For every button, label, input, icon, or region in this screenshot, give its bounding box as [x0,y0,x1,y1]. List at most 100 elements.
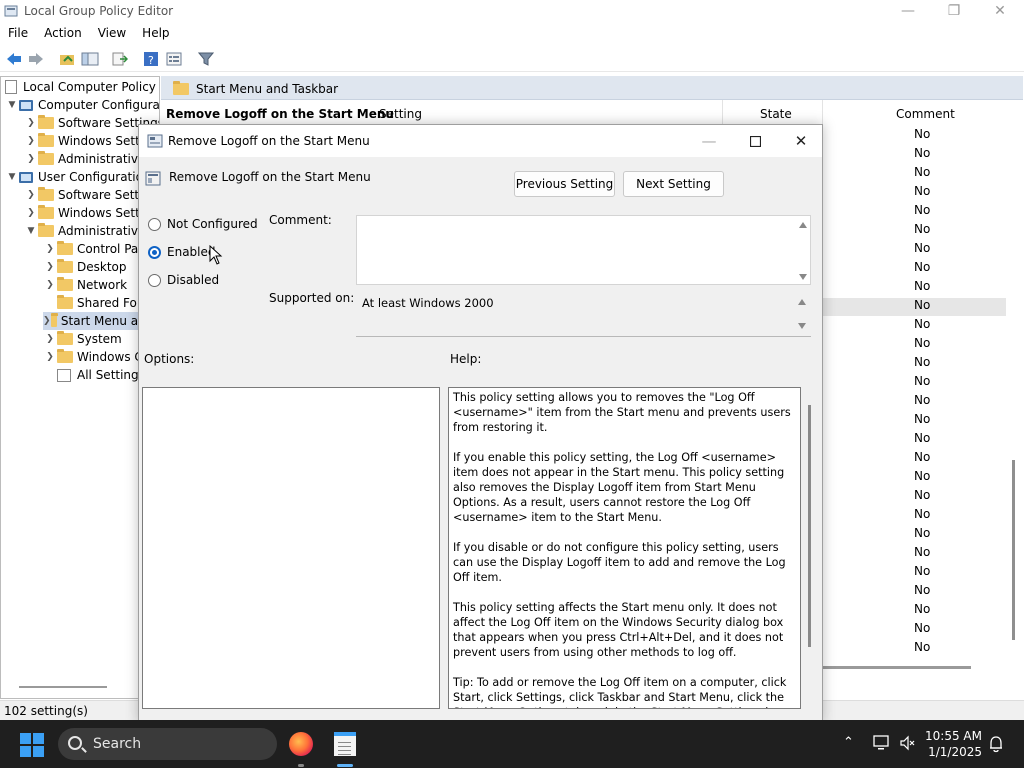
menu-view[interactable]: View [90,22,134,44]
comment-cell: No [914,602,931,616]
chevron-right-icon[interactable]: ❯ [43,352,57,362]
comment-cell: No [914,507,931,521]
comment-cell: No [914,298,931,312]
comment-cell: No [914,165,931,179]
chevron-right-icon[interactable]: ❯ [24,208,38,218]
comment-cell: No [914,469,931,483]
supported-on-field: At least Windows 2000 [356,291,811,337]
folder-icon [38,187,54,201]
scroll-up-icon[interactable] [798,299,806,305]
comment-cell: No [914,184,931,198]
system-clock[interactable]: 10:55 AM 1/1/2025 [918,728,982,760]
minimize-button[interactable]: — [885,0,931,22]
comment-cell: No [914,260,931,274]
column-setting[interactable]: Setting [366,100,723,126]
svg-text:?: ? [148,54,154,67]
scroll-up-icon[interactable] [799,222,807,228]
chevron-right-icon[interactable]: ❯ [43,244,57,254]
radio-enabled[interactable]: Enabled [148,245,216,259]
chevron-right-icon[interactable]: ❯ [43,280,57,290]
comment-cell: No [914,222,931,236]
tree-item-computer-configuration[interactable]: ▼ Computer Configuration [5,96,159,114]
menu-help[interactable]: Help [134,22,177,44]
right-pane-header-title: Start Menu and Taskbar [196,82,339,96]
chevron-right-icon[interactable]: ❯ [43,316,51,326]
active-app-indicator [337,764,353,767]
notepad-app[interactable] [327,726,363,762]
chevron-up-icon[interactable]: ⌃ [843,735,854,750]
scroll-down-icon[interactable] [799,274,807,280]
toolbar: ? [0,46,1024,72]
filter-icon[interactable] [196,50,216,68]
notification-bell-icon[interactable] [988,735,1004,753]
tree-pane: Local Computer Policy ▼ Computer Configu… [0,76,160,699]
all-settings-icon [57,368,71,382]
show-hide-tree-icon[interactable] [80,50,100,68]
dialog-maximize-button[interactable] [732,125,778,157]
user-config-icon [19,171,33,183]
window-title: Local Group Policy Editor [24,4,174,18]
close-button[interactable]: ✕ [977,0,1023,22]
chevron-down-icon[interactable]: ▼ [24,226,38,236]
tree-root[interactable]: Local Computer Policy [5,78,156,96]
chevron-down-icon[interactable]: ▼ [5,100,19,110]
comment-cell: No [914,488,931,502]
policy-document-icon [5,80,17,94]
comment-cell: No [914,431,931,445]
menu-action[interactable]: Action [36,22,90,44]
tree-item-desktop[interactable]: ❯ Desktop [43,258,127,276]
help-panel[interactable]: This policy setting allows you to remove… [448,387,801,709]
up-folder-icon[interactable] [57,50,77,68]
previous-setting-button[interactable]: Previous Setting [514,171,615,197]
tree-item-all-settings[interactable]: All Settings [57,366,145,384]
help-icon[interactable]: ? [141,50,161,68]
firefox-app[interactable] [283,726,319,762]
volume-muted-icon[interactable] [899,735,915,751]
chevron-right-icon[interactable]: ❯ [24,154,38,164]
properties-icon[interactable] [164,50,184,68]
export-list-icon[interactable] [110,50,130,68]
comment-cell: No [914,241,931,255]
dialog-minimize-button[interactable]: — [686,125,732,157]
back-arrow-icon[interactable] [4,50,24,68]
column-comment[interactable]: Comment [823,100,1008,126]
scroll-down-icon[interactable] [798,323,806,329]
network-icon[interactable] [873,735,891,751]
tree-horizontal-scrollbar[interactable] [19,686,107,688]
chevron-right-icon[interactable]: ❯ [24,190,38,200]
menu-file[interactable]: File [0,22,36,44]
menu-bar: File Action View Help [0,22,1024,44]
forward-arrow-icon[interactable] [26,50,46,68]
folder-icon [38,223,54,237]
radio-disabled[interactable]: Disabled [148,273,219,287]
right-horizontal-scrollbar[interactable] [823,666,971,669]
column-state[interactable]: State [723,100,823,126]
radio-not-configured[interactable]: Not Configured [148,217,258,231]
tree-item-network[interactable]: ❯ Network [43,276,127,294]
options-label: Options: [144,352,195,366]
dialog-policy-name: Remove Logoff on the Start Menu [169,170,371,184]
right-vertical-scrollbar[interactable] [1012,460,1015,640]
taskbar-search[interactable]: Search [58,728,277,760]
chevron-right-icon[interactable]: ❯ [24,118,38,128]
comment-cell: No [914,146,931,160]
windows-start-icon[interactable] [20,733,44,757]
help-paragraph: This policy setting affects the Start me… [453,601,784,659]
dialog-close-button[interactable]: ✕ [778,125,822,157]
comment-cell: No [914,564,931,578]
next-setting-button[interactable]: Next Setting [623,171,724,197]
maximize-button[interactable]: ❐ [931,0,977,22]
comment-cell: No [914,317,931,331]
supported-on-label: Supported on: [269,291,355,305]
chevron-right-icon[interactable]: ❯ [43,262,57,272]
tree-item-system[interactable]: ❯ System [43,330,122,348]
comment-textarea[interactable] [356,215,811,285]
folder-icon [57,349,73,363]
dialog-titlebar: Remove Logoff on the Start Menu — ✕ [139,125,822,157]
chevron-right-icon[interactable]: ❯ [43,334,57,344]
tree-item-user-configuration[interactable]: ▼ User Configuration [5,168,151,186]
policy-setting-icon [145,171,161,186]
help-scrollbar[interactable] [808,405,811,647]
chevron-down-icon[interactable]: ▼ [5,172,19,182]
chevron-right-icon[interactable]: ❯ [24,136,38,146]
